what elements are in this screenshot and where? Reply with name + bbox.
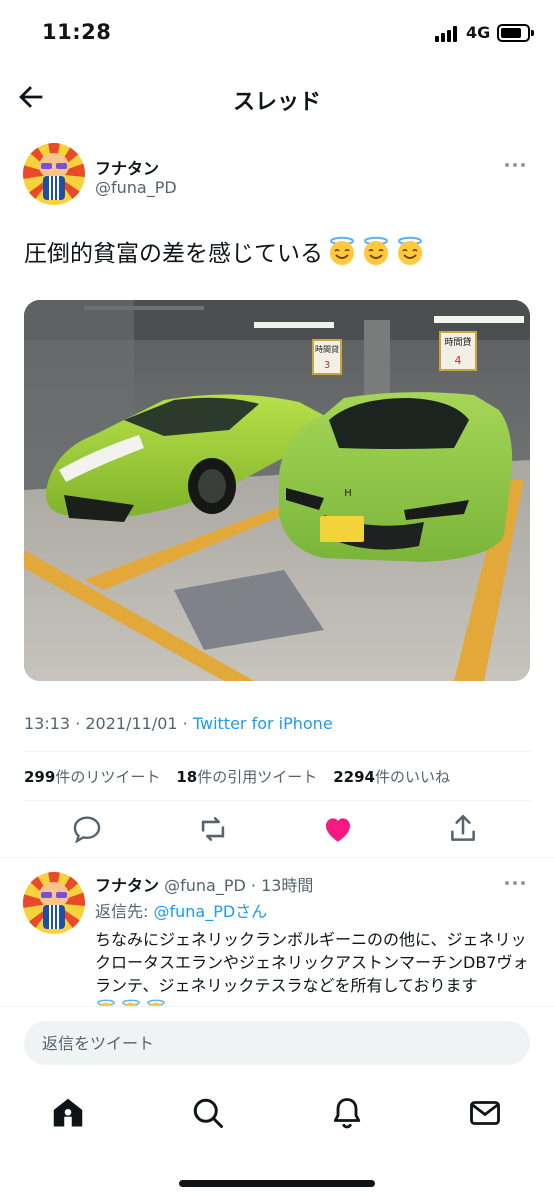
network-type: 4G: [466, 23, 491, 42]
tweet-stats: 299件のリツイート 18件の引用ツイート 2294件のいいね: [24, 766, 450, 787]
retweet-stat[interactable]: 299件のリツイート: [24, 766, 160, 787]
reply-more-options-icon[interactable]: [505, 878, 529, 888]
avatar[interactable]: [23, 143, 85, 205]
reply-text: ちなみにジェネリックランボルギーニのの他に、ジェネリックロータスエランやジェネリ…: [95, 928, 535, 1006]
status-bar: 11:28 4G: [0, 0, 554, 70]
status-time: 11:28: [42, 20, 112, 44]
replying-to: 返信先: @funa_PDさん: [95, 898, 267, 922]
sign-right-label: 時間貸: [444, 336, 471, 348]
tweet-body: 圧倒的貧富の差を感じている: [24, 241, 323, 267]
sign-left-label: 時間貸: [315, 344, 339, 354]
like-stat[interactable]: 2294件のいいね: [333, 766, 450, 787]
more-options-icon[interactable]: [505, 160, 529, 170]
reply-time: 13時間: [261, 876, 314, 895]
divider: [0, 857, 554, 858]
reply-author-handle: @funa_PD: [164, 876, 246, 895]
honda-emblem: H: [344, 488, 352, 499]
home-icon[interactable]: [50, 1095, 86, 1131]
meta-separator: ·: [70, 714, 86, 733]
tweet-photo[interactable]: 時間貸 3 時間貸 4 H: [24, 300, 530, 681]
notifications-icon[interactable]: [329, 1095, 365, 1131]
avatar-image: [23, 872, 85, 934]
search-icon[interactable]: [190, 1095, 226, 1131]
page-title: スレッド: [232, 90, 321, 115]
replying-to-handle[interactable]: @funa_PDさん: [153, 902, 267, 921]
battery-icon: [497, 24, 534, 42]
meta-separator: ·: [177, 714, 193, 733]
halo-smile-emoji-icon: [147, 999, 165, 1006]
tweet-text: 圧倒的貧富の差を感じている: [24, 234, 425, 268]
reply-avatar[interactable]: [23, 872, 85, 934]
like-count: 2294: [333, 768, 375, 786]
tweet-time: 13:13: [24, 714, 71, 733]
reply-emoji-group: [95, 999, 167, 1006]
halo-smile-emoji-icon: [97, 999, 115, 1006]
reply-author-name: フナタン: [95, 876, 160, 895]
like-icon[interactable]: [321, 812, 355, 846]
meta-separator: ·: [245, 876, 262, 895]
author-handle[interactable]: @funa_PD: [95, 178, 177, 197]
halo-smile-emoji-icon: [330, 236, 354, 265]
tweet-source-link[interactable]: Twitter for iPhone: [193, 714, 333, 733]
author-name[interactable]: フナタン: [95, 155, 159, 179]
reply-composer[interactable]: [24, 1021, 530, 1065]
halo-smile-emoji-icon: [122, 999, 140, 1006]
tweet-date: 2021/11/01: [85, 714, 178, 733]
tweet-meta: 13:13 · 2021/11/01 · Twitter for iPhone: [24, 714, 333, 733]
divider: [24, 800, 530, 801]
avatar-image: [23, 143, 85, 205]
retweet-count: 299: [24, 768, 56, 786]
divider: [24, 751, 530, 752]
quote-stat[interactable]: 18件の引用ツイート: [176, 766, 317, 787]
signal-icon: [435, 26, 461, 42]
quote-label: 件の引用ツイート: [197, 768, 318, 786]
emoji-group: [327, 236, 425, 266]
halo-smile-emoji-icon: [398, 236, 422, 265]
divider: [0, 1006, 554, 1007]
reply-body: ちなみにジェネリックランボルギーニのの他に、ジェネリックロータスエランやジェネリ…: [95, 930, 529, 995]
messages-icon[interactable]: [467, 1095, 503, 1131]
reply-author[interactable]: フナタン @funa_PD · 13時間: [95, 872, 313, 896]
sign-left-number: 3: [324, 360, 330, 371]
quote-count: 18: [176, 768, 198, 786]
retweet-icon[interactable]: [196, 812, 230, 846]
reply-input[interactable]: [24, 1021, 530, 1065]
reply-icon[interactable]: [70, 812, 104, 846]
retweet-label: 件のリツイート: [55, 768, 161, 786]
halo-smile-emoji-icon: [364, 236, 388, 265]
like-label: 件のいいね: [374, 768, 450, 786]
parking-garage-photo: 時間貸 3 時間貸 4 H: [24, 300, 530, 681]
top-bar: スレッド: [0, 70, 554, 126]
sign-right-number: 4: [455, 354, 462, 367]
share-icon[interactable]: [446, 812, 480, 846]
home-indicator: [179, 1180, 375, 1187]
replying-to-prefix: 返信先:: [95, 902, 154, 921]
